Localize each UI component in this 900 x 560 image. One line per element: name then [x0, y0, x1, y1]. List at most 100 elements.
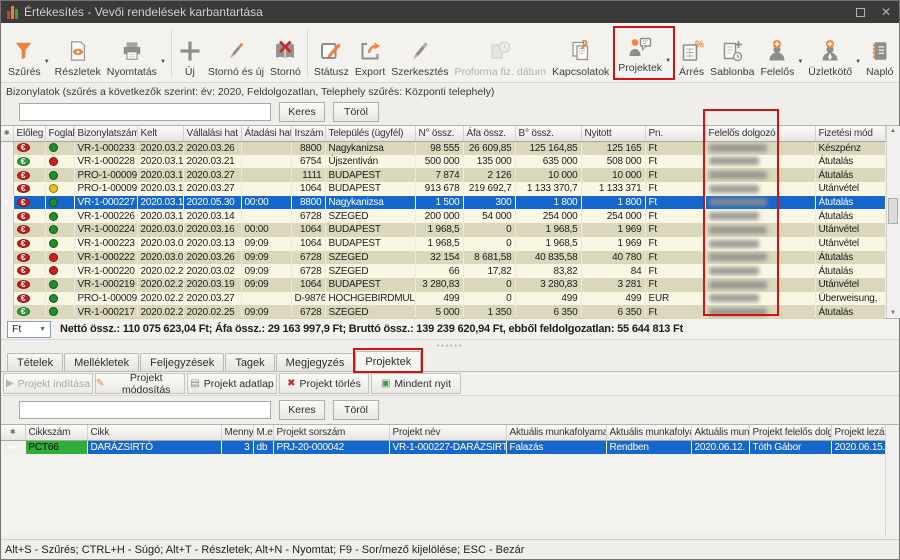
toolbar-button-storno-es-uj[interactable]: Stornó és új [205, 25, 267, 82]
cell[interactable]: 2020.03.27 [183, 292, 241, 306]
cell[interactable]: 40 780 [581, 251, 645, 265]
column-header[interactable]: N° össz. [415, 126, 463, 141]
tab-tetelek[interactable]: Tételek [7, 353, 63, 371]
cell[interactable]: € [13, 141, 45, 155]
cell[interactable]: 1 800 [581, 196, 645, 210]
row-marker[interactable] [1, 223, 13, 237]
cell[interactable] [45, 292, 74, 306]
cell[interactable]: Utánvétel [815, 223, 885, 237]
project-delete-button[interactable]: ✖ Projekt törlés [279, 373, 369, 394]
cell[interactable] [45, 237, 74, 251]
tab-mellekletek[interactable]: Mellékletek [64, 353, 139, 371]
cell[interactable]: 83,82 [515, 264, 581, 278]
cell[interactable]: 2020.02.27 [137, 264, 183, 278]
cell[interactable]: 1 500 [415, 196, 463, 210]
dropdown-caret-icon[interactable]: ▼ [665, 58, 671, 64]
column-header[interactable]: Nyitott [581, 126, 645, 141]
tab-projektek[interactable]: Projektek [355, 351, 421, 371]
cell[interactable]: 2020.03.13 [137, 155, 183, 169]
cell[interactable]: 500 000 [415, 155, 463, 169]
column-header[interactable]: ✱ [1, 425, 25, 440]
cell[interactable]: 2020.03.11 [137, 196, 183, 210]
cell[interactable]: 0 [463, 223, 515, 237]
cell[interactable]: 2020.03.27 [183, 182, 241, 196]
cell[interactable]: Nagykanizsa [325, 141, 415, 155]
cell[interactable]: 2020.03.19 [183, 278, 241, 292]
cell[interactable]: 2020.03.22 [137, 141, 183, 155]
cell[interactable]: 10 000 [515, 168, 581, 182]
cell[interactable]: € [13, 223, 45, 237]
cell[interactable]: 2020.03.02 [183, 264, 241, 278]
cell[interactable]: 6 350 [581, 305, 645, 319]
cell[interactable]: Tóth Gábor [749, 440, 831, 454]
cell[interactable] [705, 182, 815, 196]
cell[interactable]: VR-1-000217 [74, 305, 137, 319]
cell[interactable]: 2020.03.09 [137, 237, 183, 251]
project-search-button[interactable]: Keres [279, 400, 325, 420]
cell[interactable]: 54 000 [463, 209, 515, 223]
cell[interactable]: Ft [645, 305, 705, 319]
cell[interactable]: 300 [463, 196, 515, 210]
cell[interactable]: Ft [645, 182, 705, 196]
cell[interactable]: Átutalás [815, 155, 885, 169]
cell[interactable]: Utánvétel [815, 278, 885, 292]
cell[interactable] [45, 155, 74, 169]
cell[interactable]: € [13, 168, 45, 182]
cell[interactable]: 3 281 [581, 278, 645, 292]
cell[interactable]: 09:09 [241, 251, 291, 265]
cell[interactable]: 09:09 [241, 237, 291, 251]
grid-row[interactable]: €PRO-1-0000972020.02.262020.03.27D-9876H… [1, 292, 885, 306]
cell[interactable]: 499 [515, 292, 581, 306]
cell[interactable]: Készpénz [815, 141, 885, 155]
cell[interactable]: Nagykanizsa [325, 196, 415, 210]
cell[interactable]: 219 692,7 [463, 182, 515, 196]
grid-row[interactable]: ▸▸PCT66DARÁZSIRTÓ3dbPRJ-20-000042VR-1-00… [1, 440, 885, 454]
cell[interactable]: SZEGED [325, 251, 415, 265]
column-header[interactable]: Projekt sorszám [273, 425, 389, 440]
cell[interactable]: 8800 [291, 141, 325, 155]
column-header[interactable]: Aktuális munkafolyamat [506, 425, 606, 440]
cell[interactable]: 6728 [291, 209, 325, 223]
cell[interactable]: Utánvétel [815, 237, 885, 251]
cell[interactable]: 2020.02.25 [183, 305, 241, 319]
tab-megjegyzes[interactable]: Megjegyzés [276, 353, 355, 371]
cell[interactable]: VR-1-000222 [74, 251, 137, 265]
cell[interactable]: 254 000 [515, 209, 581, 223]
cell[interactable]: Ft [645, 237, 705, 251]
cell[interactable]: € [13, 264, 45, 278]
column-header[interactable]: Település (ügyfél) [325, 126, 415, 141]
cell[interactable]: 2020.03.21 [183, 155, 241, 169]
cell[interactable]: Ft [645, 155, 705, 169]
cell[interactable]: 7 874 [415, 168, 463, 182]
project-datasheet-button[interactable]: ▤ Projekt adatlap [187, 373, 277, 394]
scroll-up-icon[interactable]: ▲ [890, 126, 896, 136]
cell[interactable]: 98 555 [415, 141, 463, 155]
column-header[interactable]: Átadási határidő [241, 126, 291, 141]
cell[interactable]: 3 [221, 440, 253, 454]
toolbar-button-naplo[interactable]: Napló [863, 25, 896, 82]
cell[interactable]: Ft [645, 196, 705, 210]
cell[interactable]: 32 154 [415, 251, 463, 265]
grid-row[interactable]: ►€VR-1-0002272020.03.112020.05.3000:0088… [1, 196, 885, 210]
cell[interactable]: 2020.03.10 [137, 209, 183, 223]
toolbar-button-felelos[interactable]: Felelős [757, 25, 797, 82]
cell[interactable] [45, 209, 74, 223]
cell[interactable]: € [13, 155, 45, 169]
cell[interactable]: 1064 [291, 237, 325, 251]
cell[interactable]: 1 968,5 [415, 223, 463, 237]
cell[interactable]: € [13, 251, 45, 265]
cell[interactable]: Überweisung, [815, 292, 885, 306]
toolbar-button-arres[interactable]: % Árrés [676, 25, 707, 82]
cell[interactable]: 2020.02.27 [137, 278, 183, 292]
clear-button[interactable]: Töröl [333, 102, 379, 122]
toolbar-button-uj[interactable]: Új [175, 25, 205, 82]
grid-row[interactable]: €VR-1-0002222020.03.022020.03.2609:09672… [1, 251, 885, 265]
cell[interactable]: € [13, 292, 45, 306]
column-header[interactable]: Fizetési mód [815, 126, 885, 141]
cell[interactable]: VR-1-000220 [74, 264, 137, 278]
column-header[interactable]: Projekt név [389, 425, 506, 440]
toolbar-button-szerkesztes[interactable]: Szerkesztés [388, 25, 451, 82]
row-marker[interactable] [1, 209, 13, 223]
toolbar-button-export[interactable]: Export [352, 25, 388, 82]
row-marker[interactable] [1, 264, 13, 278]
